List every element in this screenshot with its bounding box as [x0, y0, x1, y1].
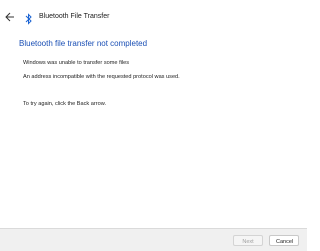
- next-button[interactable]: Next: [233, 235, 263, 246]
- title-bar: Bluetooth File Transfer: [0, 8, 307, 28]
- retry-instruction: To try again, click the Back arrow.: [23, 101, 107, 107]
- message-line-2: An address incompatible with the request…: [23, 74, 180, 80]
- back-arrow-svg: [5, 12, 14, 22]
- message-line-1: Windows was unable to transfer some file…: [23, 60, 130, 66]
- page-heading: Bluetooth file transfer not completed: [19, 39, 148, 48]
- window-title: Bluetooth File Transfer: [39, 13, 110, 20]
- cancel-button[interactable]: Cancel: [269, 235, 299, 246]
- back-arrow-icon[interactable]: [5, 12, 15, 22]
- bluetooth-icon: [25, 12, 33, 25]
- bluetooth-transfer-window: Bluetooth File Transfer Bluetooth file t…: [0, 0, 307, 251]
- footer-bar: Next Cancel: [0, 228, 307, 251]
- bluetooth-icon-svg: [25, 13, 32, 25]
